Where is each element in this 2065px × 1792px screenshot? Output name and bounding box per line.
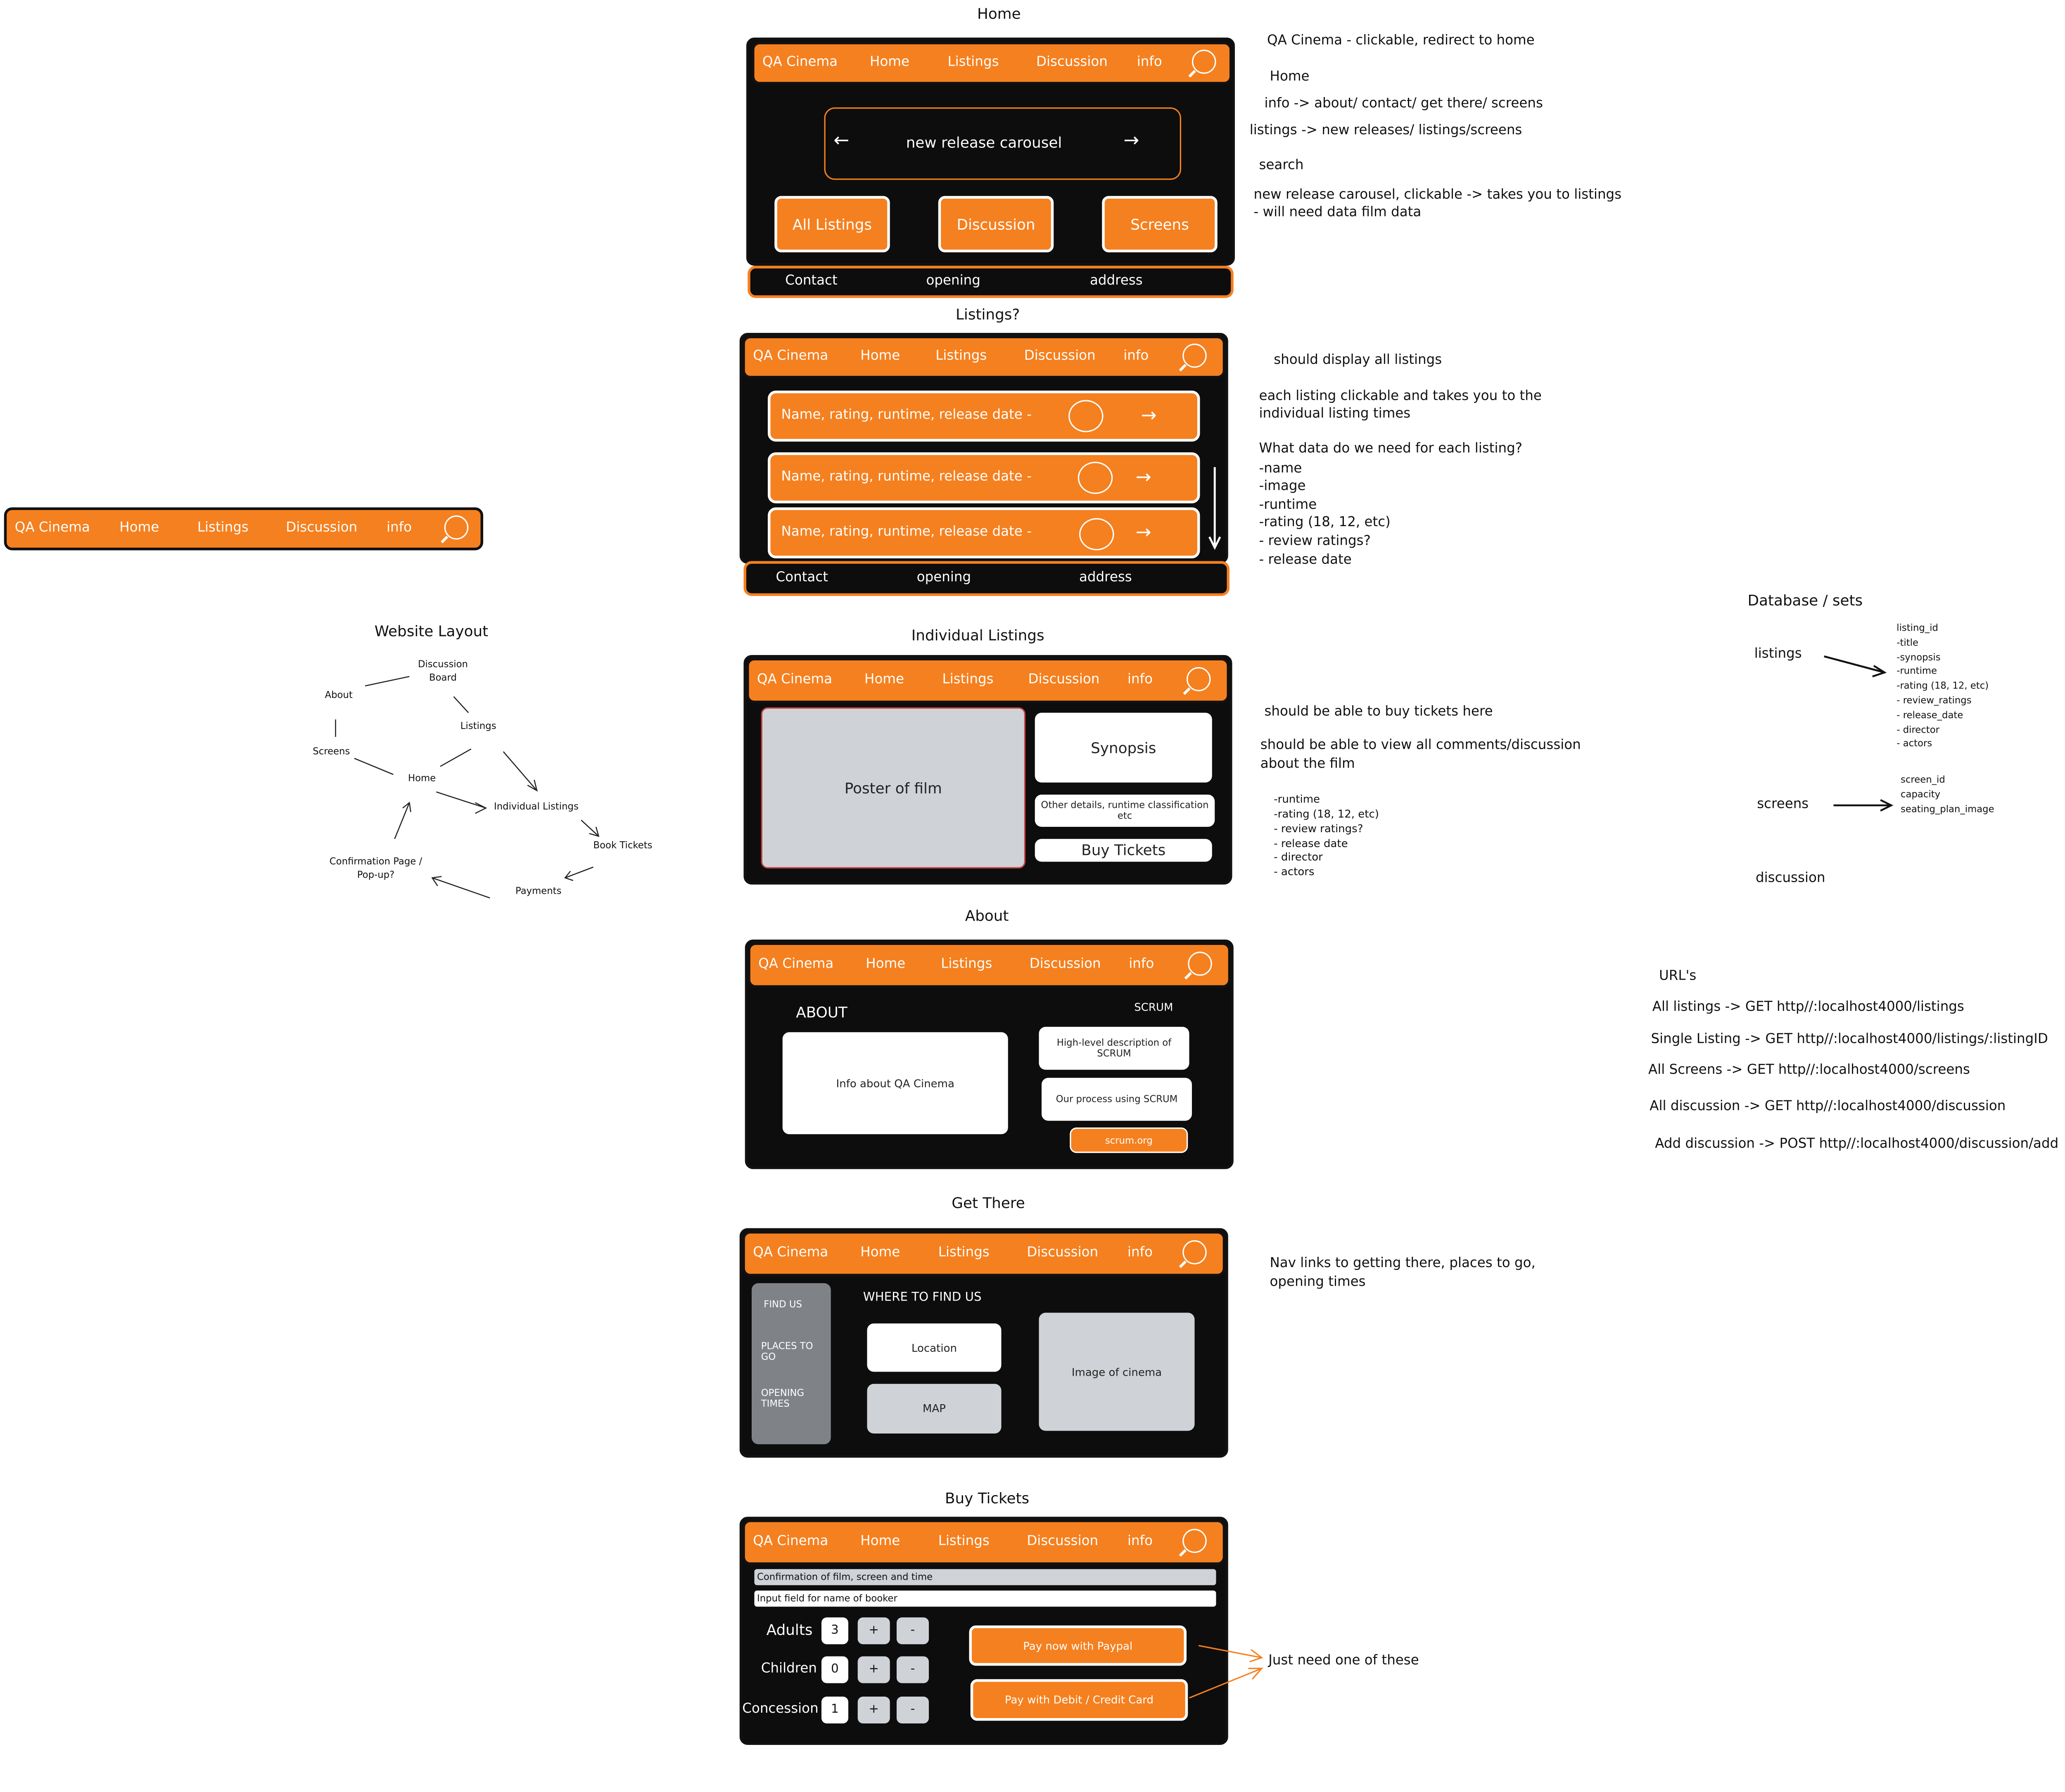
url-item: All listings -> GET http//:localhost4000… (1652, 1000, 1964, 1015)
whiteboard: QA Cinema Home Listings Discussion info … (0, 0, 2065, 1792)
urls-title: URL's (1659, 969, 1697, 984)
url-item: Single Listing -> GET http//:localhost40… (1651, 1032, 2048, 1047)
url-item: All Screens -> GET http//:localhost4000/… (1648, 1063, 1970, 1078)
database-arrows (1824, 655, 1894, 812)
url-item: All discussion -> GET http//:localhost40… (1650, 1099, 2006, 1114)
url-item: Add discussion -> POST http//:localhost4… (1655, 1137, 2059, 1152)
